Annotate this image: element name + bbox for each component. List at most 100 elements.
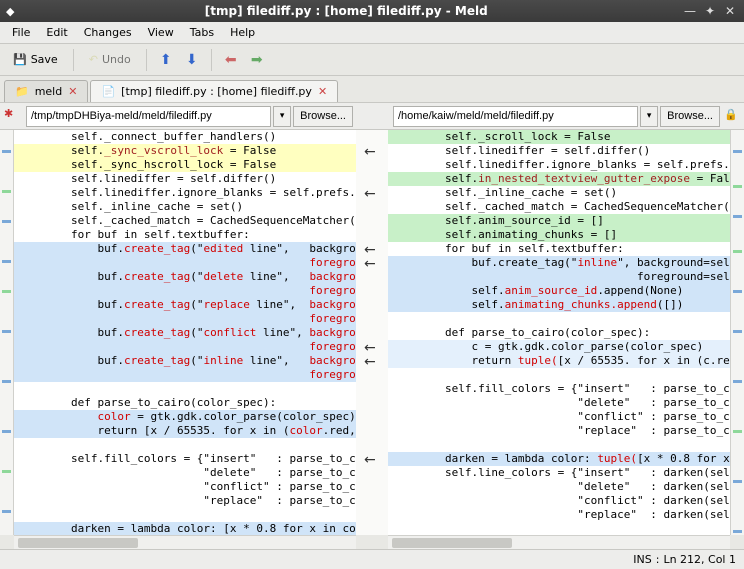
overview-left[interactable] — [0, 130, 14, 535]
code-line[interactable]: self._connect_buffer_handlers() — [14, 130, 356, 144]
hscroll-right[interactable] — [388, 535, 730, 549]
code-line[interactable]: def parse_to_cairo(color_spec): — [388, 326, 730, 340]
menu-file[interactable]: File — [4, 24, 38, 41]
code-line[interactable]: buf.create_tag("inline", background=self… — [388, 256, 730, 270]
code-line[interactable]: self.linediffer = self.differ() — [388, 144, 730, 158]
code-line[interactable]: "conflict" : darken(self. — [388, 494, 730, 508]
browse-right-button[interactable]: Browse... — [660, 106, 720, 127]
tab-meld[interactable]: 📁 meld ✕ — [4, 80, 88, 102]
overview-mark[interactable] — [733, 380, 742, 383]
code-line[interactable]: for buf in self.textbuffer: — [388, 242, 730, 256]
code-line[interactable] — [388, 312, 730, 326]
undo-button[interactable]: ↶ Undo — [82, 49, 138, 70]
merge-arrow-icon[interactable]: ← — [364, 354, 376, 370]
overview-right[interactable] — [730, 130, 744, 535]
code-line[interactable]: self._cached_match = CachedSequenceMatch… — [14, 214, 356, 228]
overview-mark[interactable] — [2, 260, 11, 263]
code-line[interactable]: "replace" : darken(self. — [388, 508, 730, 522]
overview-mark[interactable] — [2, 470, 11, 473]
menu-tabs[interactable]: Tabs — [182, 24, 222, 41]
code-line[interactable]: "replace" : parse_to_cai — [388, 424, 730, 438]
next-change-button[interactable]: ⬇ — [181, 49, 203, 71]
code-line[interactable]: self._sync_hscroll_lock = False — [14, 158, 356, 172]
right-pane[interactable]: self._scroll_lock = False self.linediffe… — [388, 130, 730, 535]
overview-mark[interactable] — [2, 510, 11, 513]
code-line[interactable]: color = gtk.gdk.color_parse(color_spec) — [14, 410, 356, 424]
code-line[interactable]: for buf in self.textbuffer: — [14, 228, 356, 242]
code-line[interactable] — [14, 438, 356, 452]
dropdown-icon[interactable]: ▾ — [273, 106, 291, 127]
code-line[interactable]: "replace" : parse_to_cai — [14, 494, 356, 508]
code-line[interactable]: buf.create_tag("edited line", backgroun — [14, 242, 356, 256]
code-line[interactable]: self.linediffer.ignore_blanks = self.pre… — [14, 186, 356, 200]
code-line[interactable]: self.linediffer = self.differ() — [14, 172, 356, 186]
overview-mark[interactable] — [733, 150, 742, 153]
code-line[interactable]: foregroun — [14, 312, 356, 326]
file-path-right[interactable] — [393, 106, 638, 127]
overview-mark[interactable] — [733, 185, 742, 188]
overview-mark[interactable] — [2, 190, 11, 193]
menu-help[interactable]: Help — [222, 24, 263, 41]
code-line[interactable]: return tuple([x / 65535. for x in (c.red… — [388, 354, 730, 368]
maximize-button[interactable]: ✦ — [702, 3, 718, 19]
code-line[interactable]: "delete" : darken(self. — [388, 480, 730, 494]
push-left-button[interactable]: ⬅ — [220, 49, 242, 71]
code-line[interactable]: self.anim_source_id = [] — [388, 214, 730, 228]
menu-edit[interactable]: Edit — [38, 24, 75, 41]
code-line[interactable]: buf.create_tag("conflict line", backgrou… — [14, 326, 356, 340]
code-line[interactable] — [388, 368, 730, 382]
code-line[interactable] — [14, 508, 356, 522]
code-line[interactable]: foregroun — [14, 368, 356, 382]
merge-arrow-icon[interactable]: ← — [364, 186, 376, 202]
code-line[interactable]: self._inline_cache = set() — [14, 200, 356, 214]
code-line[interactable]: self._inline_cache = set() — [388, 186, 730, 200]
code-line[interactable]: foregroun — [14, 340, 356, 354]
overview-mark[interactable] — [733, 480, 742, 483]
code-line[interactable]: self.fill_colors = {"insert" : parse_to_… — [14, 452, 356, 466]
code-line[interactable]: c = gtk.gdk.color_parse(color_spec) — [388, 340, 730, 354]
overview-mark[interactable] — [733, 530, 742, 533]
push-right-button[interactable]: ➡ — [246, 49, 268, 71]
code-line[interactable]: self._cached_match = CachedSequenceMatch… — [388, 200, 730, 214]
overview-mark[interactable] — [733, 330, 742, 333]
close-icon[interactable]: ✕ — [318, 85, 327, 98]
hscroll-left[interactable] — [14, 535, 356, 549]
code-line[interactable]: "delete" : parse_to_cai — [388, 396, 730, 410]
code-line[interactable]: foregroun — [14, 256, 356, 270]
code-line[interactable]: self.linediffer.ignore_blanks = self.pre… — [388, 158, 730, 172]
lock-icon[interactable]: 🔒 — [724, 108, 740, 124]
merge-arrow-icon[interactable]: ← — [364, 256, 376, 272]
close-icon[interactable]: ✕ — [68, 85, 77, 98]
save-button[interactable]: 💾 Save — [6, 49, 65, 70]
code-line[interactable]: darken = lambda color: [x * 0.8 for x in… — [14, 522, 356, 535]
code-line[interactable]: self._scroll_lock = False — [388, 130, 730, 144]
code-line[interactable]: self.in_nested_textview_gutter_expose = … — [388, 172, 730, 186]
code-line[interactable]: self.animating_chunks.append([]) — [388, 298, 730, 312]
code-line[interactable]: "conflict" : parse_to_cai — [14, 480, 356, 494]
menu-changes[interactable]: Changes — [76, 24, 140, 41]
code-line[interactable] — [388, 438, 730, 452]
code-line[interactable]: "delete" : parse_to_cai — [14, 466, 356, 480]
dropdown-icon[interactable]: ▾ — [640, 106, 658, 127]
menu-view[interactable]: View — [140, 24, 182, 41]
code-line[interactable]: self.line_colors = {"insert" : darken(se… — [388, 466, 730, 480]
browse-left-button[interactable]: Browse... — [293, 106, 353, 127]
overview-mark[interactable] — [733, 290, 742, 293]
code-line[interactable] — [14, 382, 356, 396]
code-line[interactable]: buf.create_tag("inline line", backgroun — [14, 354, 356, 368]
code-line[interactable]: foregroun — [14, 284, 356, 298]
link-gutter[interactable]: ←←←←←←← — [356, 130, 388, 535]
code-line[interactable]: return [x / 65535. for x in (color.red, … — [14, 424, 356, 438]
overview-mark[interactable] — [2, 290, 11, 293]
code-line[interactable]: self._sync_vscroll_lock = False — [14, 144, 356, 158]
minimize-button[interactable]: — — [682, 3, 698, 19]
close-button[interactable]: ✕ — [722, 3, 738, 19]
code-line[interactable]: buf.create_tag("replace line", backgroun — [14, 298, 356, 312]
tab-filediff[interactable]: 📄 [tmp] filediff.py : [home] filediff.py… — [90, 80, 338, 102]
code-line[interactable]: "conflict" : parse_to_cai — [388, 410, 730, 424]
overview-mark[interactable] — [733, 215, 742, 218]
code-line[interactable]: darken = lambda color: tuple([x * 0.8 fo… — [388, 452, 730, 466]
prev-change-button[interactable]: ⬆ — [155, 49, 177, 71]
code-line[interactable]: self.animating_chunks = [] — [388, 228, 730, 242]
code-line[interactable]: def parse_to_cairo(color_spec): — [14, 396, 356, 410]
